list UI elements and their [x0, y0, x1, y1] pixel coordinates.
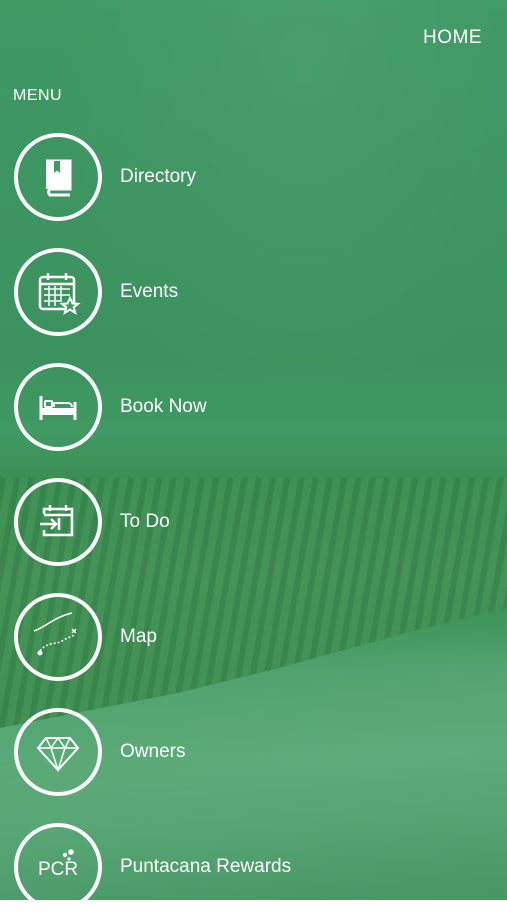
home-link[interactable]: HOME	[423, 27, 482, 49]
menu-item-label: Events	[120, 281, 179, 302]
calendar-enter-icon	[14, 478, 102, 566]
calendar-star-icon	[14, 248, 102, 336]
menu-item-directory[interactable]: Directory	[14, 133, 196, 221]
book-icon	[14, 133, 102, 221]
diamond-icon	[14, 708, 102, 796]
menu-item-label: Owners	[120, 741, 186, 762]
menu-title: MENU	[13, 87, 63, 104]
bed-icon	[14, 363, 102, 451]
treasure-map-icon	[14, 593, 102, 681]
menu-item-label: Directory	[120, 166, 197, 187]
menu-item-label: Map	[120, 626, 157, 647]
menu-item-book-now[interactable]: Book Now	[14, 363, 207, 451]
pcr-logo-icon: PCR	[14, 823, 102, 911]
pcr-logo-text: PCR	[38, 859, 78, 880]
menu-item-to-do[interactable]: To Do	[14, 478, 170, 566]
menu-item-label: Book Now	[120, 396, 207, 417]
menu-item-owners[interactable]: Owners	[14, 708, 185, 796]
menu-item-label: Puntacana Rewards	[120, 856, 292, 877]
menu-item-events[interactable]: Events	[14, 248, 178, 336]
menu-item-label: To Do	[120, 511, 170, 532]
menu-item-puntacana-rewards[interactable]: PCR Puntacana Rewards	[14, 823, 291, 911]
menu-item-map[interactable]: Map	[14, 593, 157, 681]
